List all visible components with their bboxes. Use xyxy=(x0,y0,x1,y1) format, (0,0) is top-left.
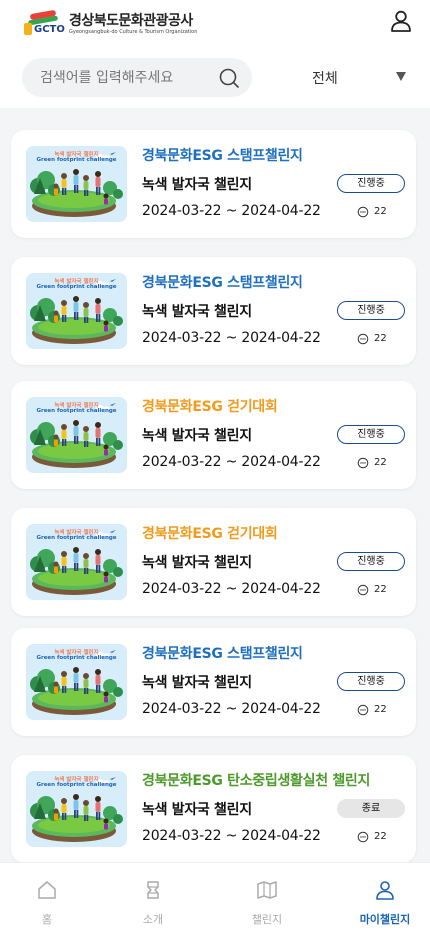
challenge-period: 2024-03-22 ~ 2024-04-22 xyxy=(142,330,321,346)
search-icon[interactable] xyxy=(218,67,240,89)
challenge-period: 2024-03-22 ~ 2024-04-22 xyxy=(142,828,321,844)
tab-label: 챌린지 xyxy=(251,913,283,926)
search-box xyxy=(22,58,252,97)
challenge-title: 경북문화ESG 스탬프챌린지 xyxy=(142,148,303,164)
tab-challenge[interactable]: 챌린지 xyxy=(222,863,312,932)
tab-home[interactable]: 홈 xyxy=(2,863,92,932)
comment-count: 22 xyxy=(374,704,387,715)
challenge-card[interactable]: 녹색 발자국 챌린지 Green footprint challenge 경북문… xyxy=(11,755,416,863)
tab-intro[interactable]: 소개 xyxy=(108,863,198,932)
status-badge: 진행중 xyxy=(337,552,405,571)
comment-count: 22 xyxy=(374,206,387,217)
status-badge: 진행중 xyxy=(337,425,405,444)
challenge-title: 경북문화ESG 탄소중립생활실천 챌린지 xyxy=(142,773,371,789)
challenge-title: 경북문화ESG 스탬프챌린지 xyxy=(142,646,303,662)
challenge-subtitle: 녹색 발자국 챌린지 xyxy=(142,304,252,320)
tab-label: 마이챌린지 xyxy=(359,913,411,926)
thumbnail-title-en: Green footprint challenge xyxy=(36,655,117,661)
challenge-title: 경북문화ESG 걷기대회 xyxy=(142,399,278,415)
challenge-card[interactable]: 녹색 발자국 챌린지 Green footprint challenge 경북문… xyxy=(11,628,416,736)
comment-icon xyxy=(357,704,369,716)
user-icon xyxy=(376,881,394,900)
thumbnail-title-en: Green footprint challenge xyxy=(36,408,117,414)
filter-selected-label: 전체 xyxy=(312,71,338,87)
challenge-thumbnail: 녹색 발자국 챌린지 Green footprint challenge xyxy=(26,524,127,600)
challenge-subtitle: 녹색 발자국 챌린지 xyxy=(142,177,252,193)
challenge-card[interactable]: 녹색 발자국 챌린지 Green footprint challenge 경북문… xyxy=(11,257,416,365)
thumbnail-title-en: Green footprint challenge xyxy=(36,535,117,541)
challenge-card[interactable]: 녹색 발자국 챌린지 Green footprint challenge 경북문… xyxy=(11,508,416,616)
logo-english-name: Gyeongsangbuk-do Culture & Tourism Organ… xyxy=(69,28,198,35)
status-badge: 진행중 xyxy=(337,672,405,691)
intro-icon xyxy=(147,881,159,899)
challenge-title: 경북문화ESG 걷기대회 xyxy=(142,526,278,542)
home-icon xyxy=(38,881,56,899)
challenge-subtitle: 녹색 발자국 챌린지 xyxy=(142,555,252,571)
challenge-subtitle: 녹색 발자국 챌린지 xyxy=(142,675,252,691)
logo-name: 경상북도문화관광공사 xyxy=(69,12,193,29)
challenge-subtitle: 녹색 발자국 챌린지 xyxy=(142,428,252,444)
comment-count: 22 xyxy=(374,584,387,595)
category-filter-select[interactable]: 전체 xyxy=(298,58,414,97)
challenge-thumbnail: 녹색 발자국 챌린지 Green footprint challenge xyxy=(26,771,127,847)
challenge-title: 경북문화ESG 스탬프챌린지 xyxy=(142,275,303,291)
status-badge: 종료 xyxy=(337,799,405,818)
bottom-tab-bar: 홈 소개 챌린지 마이챌린지 xyxy=(0,862,430,932)
logo-mark-text: GCTO xyxy=(34,24,65,35)
challenge-period: 2024-03-22 ~ 2024-04-22 xyxy=(142,701,321,717)
comment-icon xyxy=(357,457,369,469)
challenge-thumbnail: 녹색 발자국 챌린지 Green footprint challenge xyxy=(26,146,127,222)
status-badge: 진행중 xyxy=(337,174,405,193)
status-badge: 진행중 xyxy=(337,301,405,320)
comment-icon xyxy=(357,831,369,843)
comment-icon xyxy=(357,206,369,218)
comment-count: 22 xyxy=(374,333,387,344)
gcto-logo[interactable]: GCTO 경상북도문화관광공사 Gyeongsangbuk-do Culture… xyxy=(22,9,198,38)
challenge-card[interactable]: 녹색 발자국 챌린지 Green footprint challenge 경북문… xyxy=(11,130,416,238)
challenge-period: 2024-03-22 ~ 2024-04-22 xyxy=(142,581,321,597)
tab-my-challenge[interactable]: 마이챌린지 xyxy=(340,863,430,932)
app-header: GCTO 경상북도문화관광공사 Gyeongsangbuk-do Culture… xyxy=(0,0,430,108)
comment-count: 22 xyxy=(374,831,387,842)
challenge-subtitle: 녹색 발자국 챌린지 xyxy=(142,802,252,818)
logo-mark: GCTO xyxy=(22,9,66,37)
comment-count: 22 xyxy=(374,457,387,468)
challenge-card[interactable]: 녹색 발자국 챌린지 Green footprint challenge 경북문… xyxy=(11,381,416,489)
thumbnail-title-en: Green footprint challenge xyxy=(36,284,117,290)
comment-icon xyxy=(357,584,369,596)
challenge-thumbnail: 녹색 발자국 챌린지 Green footprint challenge xyxy=(26,644,127,720)
thumbnail-title-en: Green footprint challenge xyxy=(36,157,117,163)
comment-icon xyxy=(357,333,369,345)
challenge-thumbnail: 녹색 발자국 챌린지 Green footprint challenge xyxy=(26,397,127,473)
tab-label: 홈 xyxy=(41,913,53,926)
map-icon xyxy=(257,881,277,899)
challenge-period: 2024-03-22 ~ 2024-04-22 xyxy=(142,454,321,470)
challenge-thumbnail: 녹색 발자국 챌린지 Green footprint challenge xyxy=(26,273,127,349)
tab-label: 소개 xyxy=(142,913,164,926)
triangle-down-icon xyxy=(396,72,406,81)
challenge-period: 2024-03-22 ~ 2024-04-22 xyxy=(142,203,321,219)
thumbnail-title-en: Green footprint challenge xyxy=(36,782,117,788)
user-profile-icon[interactable] xyxy=(388,8,414,34)
